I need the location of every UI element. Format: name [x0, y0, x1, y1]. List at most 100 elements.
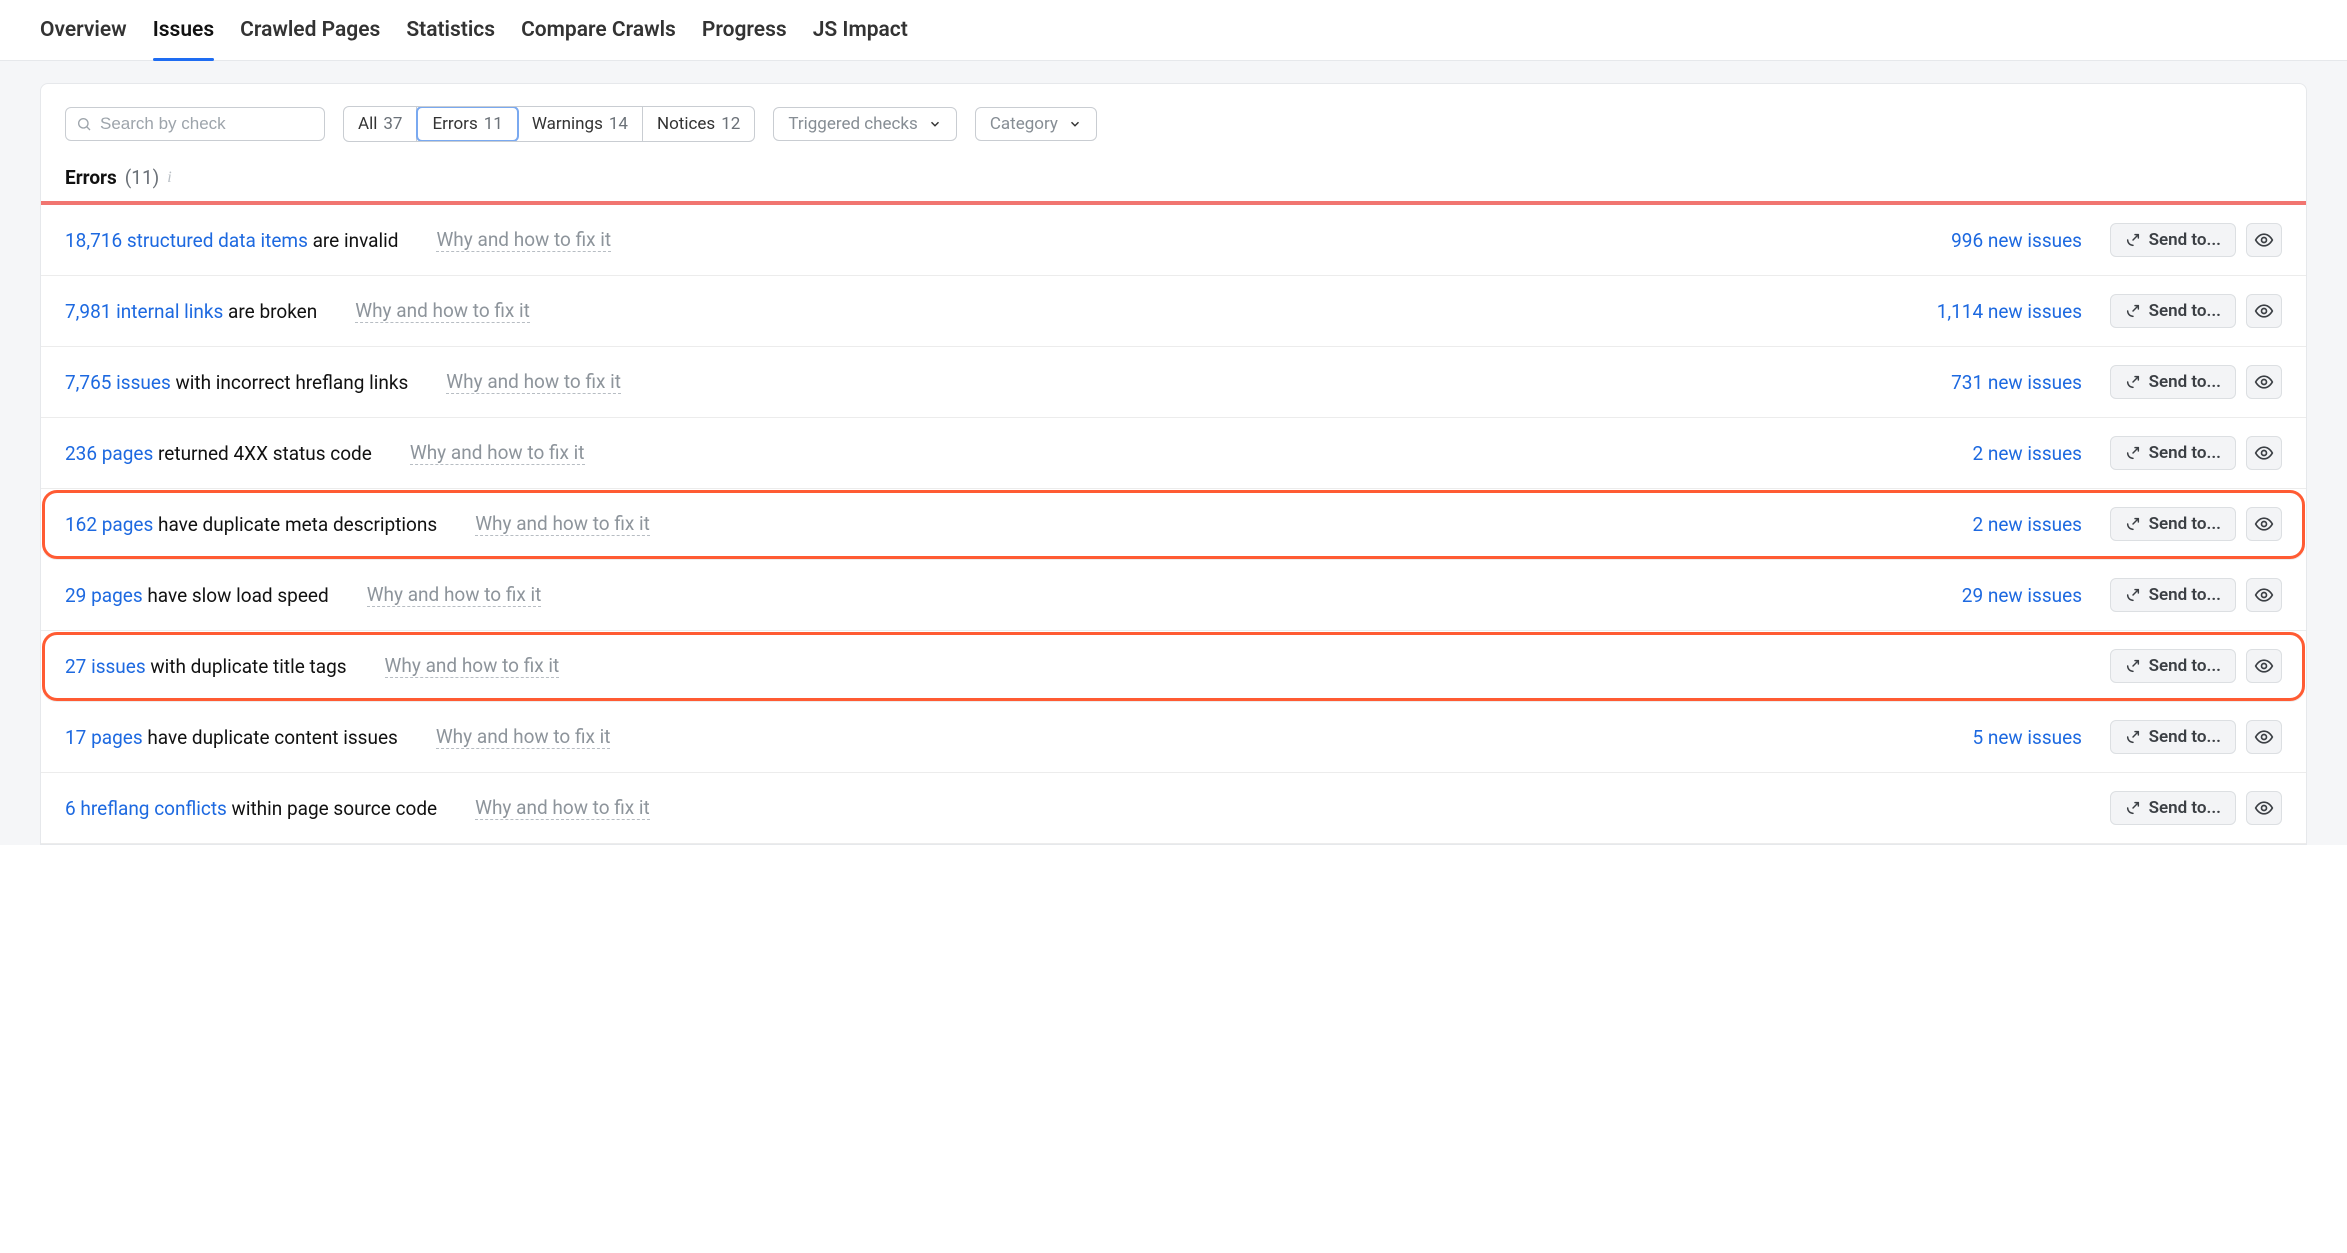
issue-link[interactable]: 6 hreflang conflicts	[65, 797, 227, 820]
send-arrow-icon	[2125, 516, 2141, 532]
send-to-label: Send to...	[2149, 585, 2221, 605]
issue-link[interactable]: 236 pages	[65, 442, 153, 465]
filter-warnings[interactable]: Warnings14	[518, 107, 643, 141]
send-to-label: Send to...	[2149, 798, 2221, 818]
send-arrow-icon	[2125, 374, 2141, 390]
why-and-how-link[interactable]: Why and how to fix it	[385, 654, 560, 678]
send-to-button[interactable]: Send to...	[2110, 791, 2236, 825]
send-to-label: Send to...	[2149, 514, 2221, 534]
view-button[interactable]	[2246, 791, 2282, 825]
issue-link[interactable]: 17 pages	[65, 726, 143, 749]
eye-icon	[2254, 656, 2274, 676]
send-to-button[interactable]: Send to...	[2110, 223, 2236, 257]
why-and-how-link[interactable]: Why and how to fix it	[410, 441, 585, 465]
issue-row: 29 pages have slow load speed Why and how…	[41, 560, 2306, 631]
new-issues-link[interactable]: 2 new issues	[1932, 513, 2082, 536]
new-issues-link[interactable]: 29 new issues	[1932, 584, 2082, 607]
issue-description: within page source code	[227, 797, 437, 820]
why-and-how-link[interactable]: Why and how to fix it	[475, 512, 650, 536]
row-actions: Send to...	[2102, 578, 2282, 612]
category-dropdown[interactable]: Category	[975, 107, 1097, 141]
new-issues-link[interactable]: 996 new issues	[1932, 229, 2082, 252]
why-and-how-link[interactable]: Why and how to fix it	[436, 725, 611, 749]
tab-compare-crawls[interactable]: Compare Crawls	[521, 18, 676, 60]
new-issues-link[interactable]: 1,114 new issues	[1932, 300, 2082, 323]
panel-wrap: All37Errors11Warnings14Notices12 Trigger…	[0, 61, 2347, 845]
filter-all[interactable]: All37	[344, 107, 417, 141]
search-input[interactable]	[100, 114, 314, 134]
eye-icon	[2254, 727, 2274, 747]
chevron-down-icon	[928, 117, 942, 131]
chevron-down-icon	[1068, 117, 1082, 131]
new-issues-link[interactable]: 2 new issues	[1932, 442, 2082, 465]
filter-errors[interactable]: Errors11	[416, 106, 518, 142]
tab-crawled-pages[interactable]: Crawled Pages	[240, 18, 380, 60]
row-actions: Send to...	[2102, 720, 2282, 754]
send-to-button[interactable]: Send to...	[2110, 365, 2236, 399]
issue-link[interactable]: 7,765 issues	[65, 371, 171, 394]
send-to-button[interactable]: Send to...	[2110, 649, 2236, 683]
view-button[interactable]	[2246, 436, 2282, 470]
issue-description: have slow load speed	[143, 584, 329, 607]
view-button[interactable]	[2246, 507, 2282, 541]
send-to-button[interactable]: Send to...	[2110, 436, 2236, 470]
eye-icon	[2254, 798, 2274, 818]
tab-overview[interactable]: Overview	[40, 18, 127, 60]
view-button[interactable]	[2246, 720, 2282, 754]
issue-text: 27 issues with duplicate title tags	[65, 655, 347, 678]
row-actions: Send to...	[2102, 294, 2282, 328]
issue-link[interactable]: 18,716 structured data items	[65, 229, 308, 252]
send-arrow-icon	[2125, 729, 2141, 745]
send-arrow-icon	[2125, 232, 2141, 248]
triggered-checks-label: Triggered checks	[788, 114, 918, 134]
row-actions: Send to...	[2102, 223, 2282, 257]
issue-link[interactable]: 162 pages	[65, 513, 153, 536]
category-label: Category	[990, 114, 1058, 134]
tab-progress[interactable]: Progress	[702, 18, 787, 60]
issue-description: returned 4XX status code	[153, 442, 372, 465]
send-to-button[interactable]: Send to...	[2110, 720, 2236, 754]
search-box[interactable]	[65, 107, 325, 141]
new-issues-link[interactable]: 5 new issues	[1932, 726, 2082, 749]
issue-description: are broken	[223, 300, 317, 323]
filter-label: Warnings	[532, 114, 603, 134]
view-button[interactable]	[2246, 223, 2282, 257]
why-and-how-link[interactable]: Why and how to fix it	[367, 583, 542, 607]
send-arrow-icon	[2125, 658, 2141, 674]
top-tabs: Overview Issues Crawled Pages Statistics Com…	[0, 0, 2347, 61]
triggered-checks-dropdown[interactable]: Triggered checks	[773, 107, 957, 141]
tab-issues[interactable]: Issues	[153, 18, 214, 60]
issue-link[interactable]: 7,981 internal links	[65, 300, 223, 323]
issue-text: 7,981 internal links are broken	[65, 300, 317, 323]
issue-link[interactable]: 27 issues	[65, 655, 146, 678]
issue-row: 236 pages returned 4XX status code Why an…	[41, 418, 2306, 489]
issue-description: have duplicate content issues	[143, 726, 398, 749]
send-to-button[interactable]: Send to...	[2110, 578, 2236, 612]
issue-text: 29 pages have slow load speed	[65, 584, 329, 607]
issue-text: 17 pages have duplicate content issues	[65, 726, 398, 749]
issue-description: with duplicate title tags	[146, 655, 347, 678]
new-issues-link[interactable]: 731 new issues	[1932, 371, 2082, 394]
issue-text: 18,716 structured data items are invalid	[65, 229, 398, 252]
tab-statistics[interactable]: Statistics	[406, 18, 495, 60]
issue-row: 6 hreflang conflicts within page source …	[41, 773, 2306, 844]
send-to-label: Send to...	[2149, 727, 2221, 747]
eye-icon	[2254, 585, 2274, 605]
view-button[interactable]	[2246, 649, 2282, 683]
why-and-how-link[interactable]: Why and how to fix it	[355, 299, 530, 323]
issue-text: 236 pages returned 4XX status code	[65, 442, 372, 465]
tab-js-impact[interactable]: JS Impact	[813, 18, 908, 60]
issue-link[interactable]: 29 pages	[65, 584, 143, 607]
filter-count: 11	[484, 114, 503, 134]
send-to-button[interactable]: Send to...	[2110, 294, 2236, 328]
view-button[interactable]	[2246, 294, 2282, 328]
why-and-how-link[interactable]: Why and how to fix it	[436, 228, 611, 252]
why-and-how-link[interactable]: Why and how to fix it	[446, 370, 621, 394]
why-and-how-link[interactable]: Why and how to fix it	[475, 796, 650, 820]
view-button[interactable]	[2246, 578, 2282, 612]
info-icon[interactable]: i	[167, 169, 171, 187]
issues-list: 18,716 structured data items are invalid…	[41, 205, 2306, 844]
filter-notices[interactable]: Notices12	[643, 107, 754, 141]
view-button[interactable]	[2246, 365, 2282, 399]
send-to-button[interactable]: Send to...	[2110, 507, 2236, 541]
